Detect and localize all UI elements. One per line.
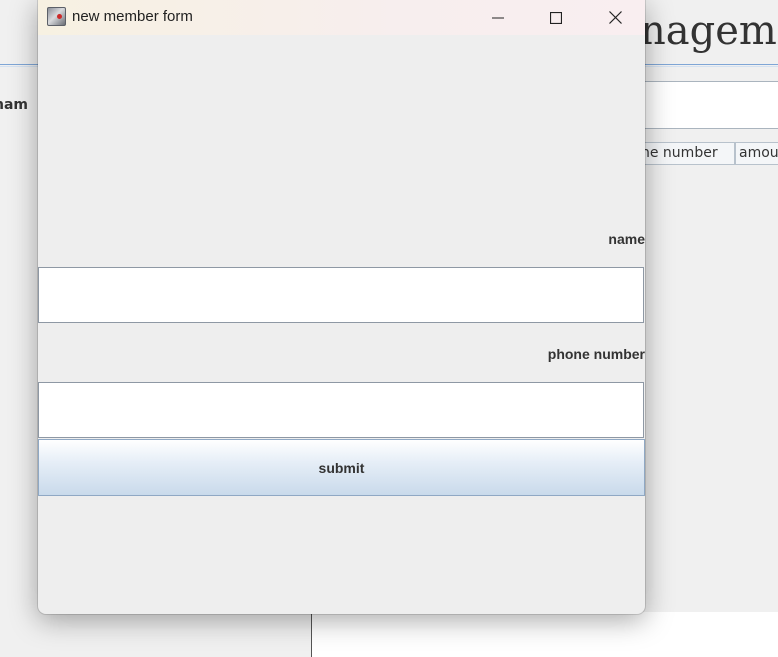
- maximize-icon: [550, 11, 562, 24]
- dialog-title: new member form: [72, 8, 193, 25]
- minimize-icon: [492, 17, 504, 18]
- main-window-name-label: nam: [0, 97, 29, 113]
- minimize-button[interactable]: [475, 0, 521, 35]
- desktop: nageme nam ne number amoun new member fo…: [0, 0, 778, 657]
- phone-number-label: phone number: [547, 346, 645, 362]
- phone-number-field[interactable]: [38, 382, 644, 438]
- java-app-icon: [47, 7, 66, 26]
- close-button[interactable]: [592, 0, 638, 35]
- main-window-bottom-panel: [312, 612, 778, 657]
- column-header-amount[interactable]: amoun: [735, 142, 778, 165]
- maximize-button[interactable]: [533, 0, 579, 35]
- close-icon: [608, 11, 622, 24]
- name-label: name: [608, 231, 645, 247]
- main-window-split-divider: [311, 612, 312, 657]
- main-window-search-input[interactable]: [630, 81, 778, 129]
- submit-button[interactable]: submit: [38, 439, 645, 496]
- main-window-title: nageme: [640, 8, 778, 54]
- dialog-titlebar[interactable]: new member form: [38, 0, 645, 35]
- new-member-dialog: new member form name phone number submit: [38, 0, 645, 614]
- name-field[interactable]: [38, 267, 644, 323]
